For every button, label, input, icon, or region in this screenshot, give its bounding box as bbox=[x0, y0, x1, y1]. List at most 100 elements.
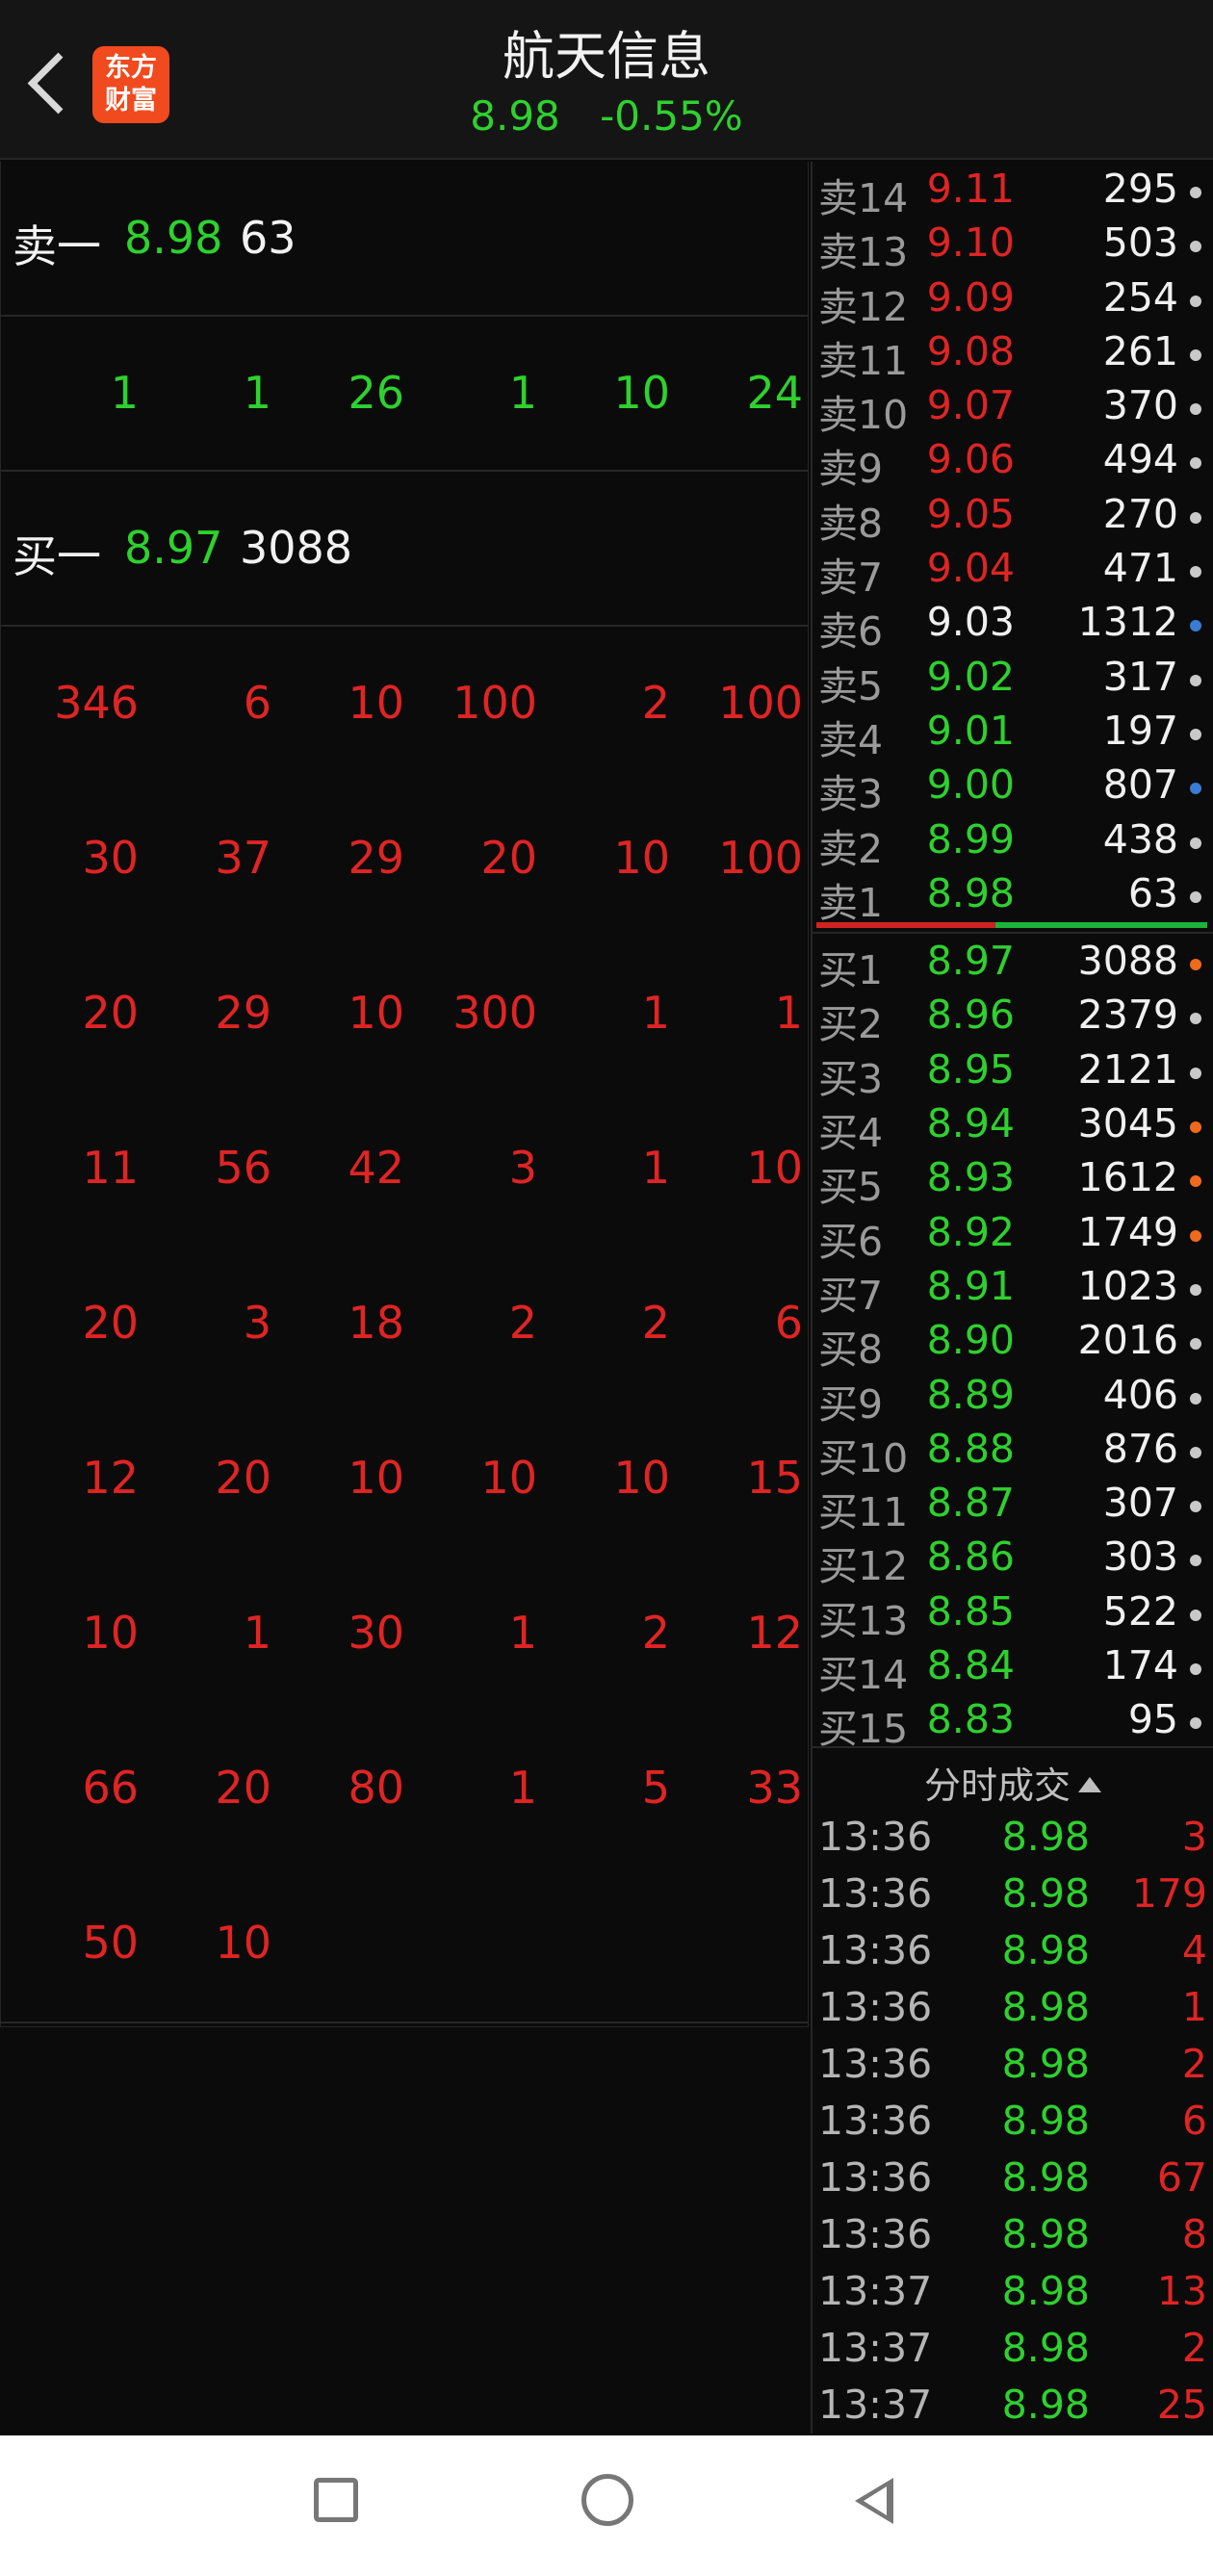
bid-level-price: 8.93 bbox=[926, 1154, 1015, 1201]
bid-level-volume: 1612 bbox=[1077, 1154, 1178, 1201]
trade-row: 13:37 8.98 25 bbox=[813, 2376, 1213, 2433]
trade-volume: 25 bbox=[1156, 2382, 1207, 2428]
bid-level-volume: 2379 bbox=[1077, 992, 1178, 1039]
home-icon[interactable] bbox=[581, 2474, 633, 2526]
ask-level-label: 卖10 bbox=[818, 392, 909, 439]
bid-level-price: 8.92 bbox=[926, 1208, 1015, 1255]
ask-level[interactable]: 卖9 9.06 494 bbox=[813, 432, 1213, 492]
bid-level-label: 买9 bbox=[818, 1380, 884, 1428]
ask-level[interactable]: 卖13 9.10 503 bbox=[813, 216, 1213, 275]
bid-level[interactable]: 买5 8.93 1612 bbox=[813, 1150, 1213, 1210]
bid-level[interactable]: 买4 8.94 3045 bbox=[813, 1096, 1213, 1156]
bid-level[interactable]: 买13 8.85 522 bbox=[813, 1584, 1213, 1644]
bid-level-label: 买3 bbox=[818, 1055, 884, 1102]
trade-row: 13:36 8.98 67 bbox=[813, 2149, 1213, 2205]
ask-level[interactable]: 卖8 9.05 270 bbox=[813, 487, 1213, 547]
ask-level-price: 9.10 bbox=[926, 219, 1015, 267]
order-dot-icon bbox=[1190, 187, 1201, 198]
bid-level-volume: 95 bbox=[1127, 1696, 1178, 1743]
ask-level-volume: 261 bbox=[1102, 327, 1178, 374]
trade-row: 13:36 8.98 2 bbox=[813, 2035, 1213, 2092]
ask-queue-cell: 1 bbox=[508, 367, 537, 419]
ask-level-price: 8.98 bbox=[926, 869, 1015, 916]
bid-queue-cell: 10 bbox=[82, 1607, 139, 1659]
bid-level-price: 8.90 bbox=[926, 1317, 1015, 1364]
bid-queue-row: 11 56 42 3 1 10 bbox=[1, 1092, 808, 1247]
ask-level-volume: 63 bbox=[1127, 869, 1178, 916]
bid-queue-cell: 2 bbox=[641, 1297, 670, 1349]
ask-queue-cell: 1 bbox=[243, 367, 271, 419]
bid-level[interactable]: 买11 8.87 307 bbox=[813, 1476, 1213, 1535]
bid-queue-cell: 20 bbox=[215, 1762, 271, 1814]
bid-queue-cell: 100 bbox=[718, 832, 803, 884]
ask-level[interactable]: 卖14 9.11 295 bbox=[813, 162, 1213, 221]
bid-level[interactable]: 买9 8.89 406 bbox=[813, 1368, 1213, 1428]
ask-level[interactable]: 卖2 8.99 438 bbox=[813, 812, 1213, 872]
bid-level-volume: 2016 bbox=[1077, 1317, 1178, 1364]
bid-queue-cell: 2 bbox=[641, 677, 670, 729]
ask-level[interactable]: 卖3 9.00 807 bbox=[813, 758, 1213, 817]
ask-level-volume: 438 bbox=[1102, 815, 1178, 863]
trade-volume: 179 bbox=[1131, 1870, 1207, 1917]
ask-level[interactable]: 卖4 9.01 197 bbox=[813, 704, 1213, 763]
bid-level-label: 买15 bbox=[818, 1706, 909, 1746]
ask1-row[interactable]: 卖一 8.98 63 bbox=[1, 162, 808, 317]
bid-level[interactable]: 买8 8.90 2016 bbox=[813, 1313, 1213, 1373]
bid-level[interactable]: 买12 8.86 303 bbox=[813, 1530, 1213, 1589]
change-percent: -0.55% bbox=[600, 92, 743, 140]
order-dot-icon bbox=[1190, 674, 1201, 686]
ask-level[interactable]: 卖1 8.98 63 bbox=[813, 866, 1213, 926]
trade-row: 13:37 8.98 2 bbox=[813, 2319, 1213, 2376]
bid-queue-cell: 2 bbox=[641, 1607, 670, 1659]
bid-level[interactable]: 买15 8.83 95 bbox=[813, 1692, 1213, 1746]
top-header: 东方财富 航天信息 8.98 -0.55% bbox=[0, 0, 1213, 160]
trade-price: 8.98 bbox=[1001, 1927, 1090, 1973]
bid-level-label: 买12 bbox=[818, 1543, 909, 1590]
order-dot-icon bbox=[1190, 1446, 1201, 1458]
bid-queue-row: 10 1 30 1 2 12 bbox=[1, 1557, 808, 1712]
bid-level-volume: 1749 bbox=[1077, 1208, 1178, 1255]
bid-level-price: 8.94 bbox=[926, 1100, 1015, 1147]
bid-level-label: 买5 bbox=[818, 1164, 884, 1211]
ask-level[interactable]: 卖11 9.08 261 bbox=[813, 324, 1213, 384]
order-dot-icon bbox=[1190, 1717, 1201, 1730]
bid-level-volume: 1023 bbox=[1077, 1262, 1178, 1309]
bid-level-volume: 522 bbox=[1102, 1587, 1178, 1635]
bid1-row[interactable]: 买一 8.97 3088 bbox=[1, 472, 808, 627]
trade-price: 8.98 bbox=[1001, 1984, 1090, 2030]
recent-apps-icon[interactable] bbox=[314, 2478, 358, 2522]
bid-level[interactable]: 买10 8.88 876 bbox=[813, 1422, 1213, 1481]
ask-level[interactable]: 卖6 9.03 1312 bbox=[813, 595, 1213, 655]
bid-level[interactable]: 买2 8.96 2379 bbox=[813, 988, 1213, 1047]
bid-queue-cell: 1 bbox=[508, 1762, 537, 1814]
buy-sell-ratio-bar bbox=[813, 920, 1213, 935]
bid-level[interactable]: 买3 8.95 2121 bbox=[813, 1043, 1213, 1102]
trade-price: 8.98 bbox=[1001, 2268, 1090, 2314]
bid-level-label: 买2 bbox=[818, 1001, 884, 1048]
nav-back-icon[interactable] bbox=[855, 2478, 893, 2524]
bid-queue-cell: 30 bbox=[82, 832, 139, 884]
ask-level[interactable]: 卖12 9.09 254 bbox=[813, 270, 1213, 330]
bid-level[interactable]: 买7 8.91 1023 bbox=[813, 1259, 1213, 1319]
ask-level[interactable]: 卖5 9.02 317 bbox=[813, 650, 1213, 709]
ask-level[interactable]: 卖10 9.07 370 bbox=[813, 378, 1213, 438]
bid-queue-cell: 11 bbox=[82, 1142, 139, 1194]
depth-list[interactable]: 卖14 9.11 295 卖13 9.10 503 卖12 9.09 254 卖11 9.08 261… bbox=[813, 162, 1213, 1746]
trade-price: 8.98 bbox=[1001, 2098, 1090, 2144]
bid-level[interactable]: 买14 8.84 174 bbox=[813, 1638, 1213, 1698]
bid-level[interactable]: 买6 8.92 1749 bbox=[813, 1205, 1213, 1265]
ask-level[interactable]: 卖7 9.04 471 bbox=[813, 541, 1213, 601]
trade-volume: 3 bbox=[1181, 1814, 1207, 1860]
bid-level[interactable]: 买1 8.97 3088 bbox=[813, 934, 1213, 993]
bid-level-price: 8.87 bbox=[926, 1480, 1015, 1527]
bid-level-label: 买13 bbox=[818, 1597, 909, 1644]
bid-queue-row: 12 20 10 10 10 15 bbox=[1, 1402, 808, 1557]
ask-level-label: 卖4 bbox=[818, 716, 884, 763]
time-sales-header[interactable]: 分时成交 bbox=[813, 1748, 1213, 1808]
order-dot-icon bbox=[1190, 1229, 1201, 1242]
order-dot-icon bbox=[1190, 295, 1201, 307]
order-dot-icon bbox=[1190, 1663, 1201, 1676]
order-dot-icon bbox=[1190, 1067, 1201, 1079]
ask-level-label: 卖8 bbox=[818, 500, 884, 547]
bid-queue-cell: 42 bbox=[348, 1142, 404, 1194]
